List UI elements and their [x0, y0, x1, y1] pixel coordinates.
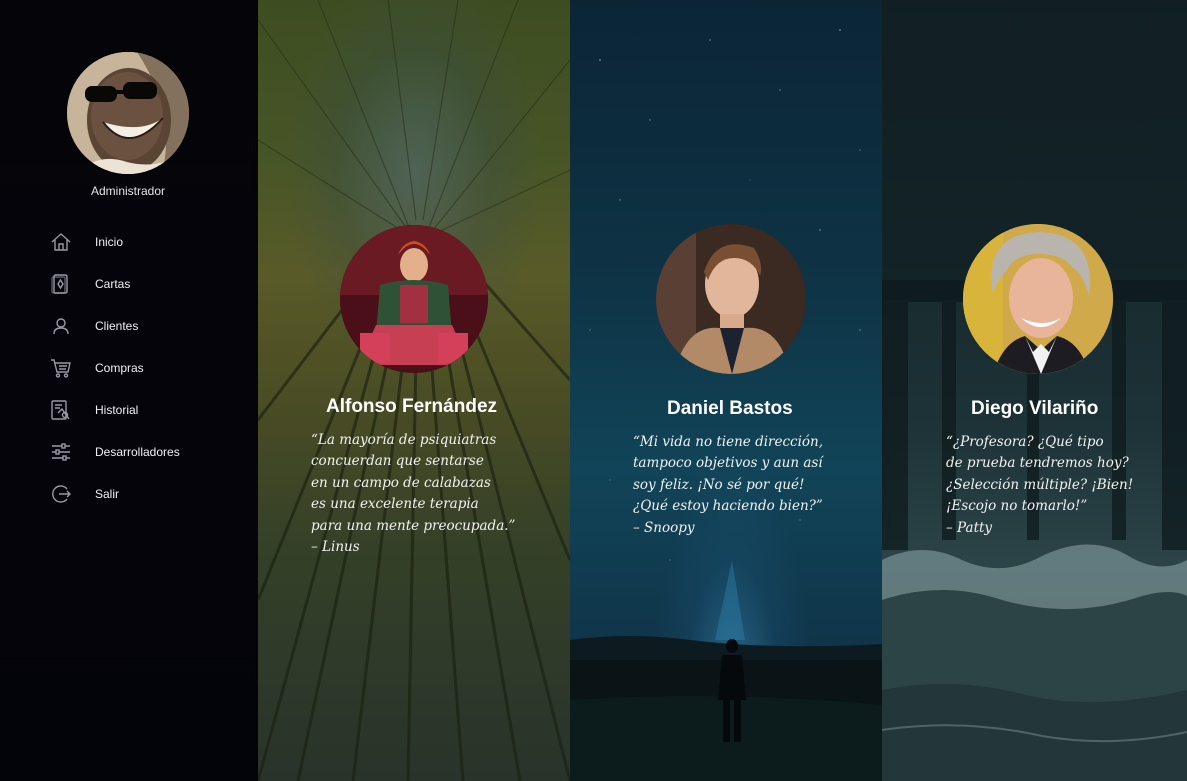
developer-card-daniel: Daniel Bastos “Mi vida no tiene direcció… — [570, 0, 882, 781]
user-icon — [50, 315, 72, 337]
quote-line: “Mi vida no tiene dirección, — [633, 434, 824, 450]
quote-author: – Snoopy — [633, 519, 695, 536]
portrait-alfonso[interactable] — [340, 225, 488, 373]
nav-item-inicio[interactable]: Inicio — [0, 228, 258, 270]
nav-item-cartas[interactable]: Cartas — [0, 270, 258, 312]
quote-line: de prueba tendremos hoy? — [946, 455, 1129, 472]
nav-label-clientes: Clientes — [95, 319, 139, 333]
nav-label-compras: Compras — [95, 361, 144, 375]
nav-item-salir[interactable]: Salir — [0, 480, 258, 522]
developer-name: Diego Vilariño — [971, 398, 1099, 419]
home-icon — [50, 231, 72, 253]
history-icon — [50, 399, 72, 421]
sidebar: Administrador Inicio Cartas Clientes Com… — [0, 0, 258, 781]
quote-line: ¿Qué estoy haciendo bien?” — [633, 498, 823, 515]
nav-label-inicio: Inicio — [95, 235, 124, 249]
portrait-diego[interactable] — [963, 224, 1113, 374]
quote-line: en un campo de calabazas — [311, 474, 491, 491]
cards-icon — [50, 273, 72, 295]
nav-label-historial: Historial — [95, 403, 139, 417]
quote-line: tampoco objetivos y aun así — [633, 455, 823, 472]
quote-line: ¿Selección múltiple? ¡Bien! — [946, 476, 1134, 493]
quote-line: “La mayoría de psiquiatras — [311, 432, 497, 448]
developer-card-diego: Diego Vilariño “¿Profesora? ¿Qué tipo de… — [882, 0, 1187, 781]
developer-quote: “La mayoría de psiquiatras concuerdan qu… — [311, 430, 515, 558]
main-nav: Inicio Cartas Clientes Compras Historial… — [0, 228, 258, 522]
quote-line: soy feliz. ¡No sé por qué! — [633, 476, 805, 493]
quote-line: es una excelente terapia — [311, 496, 479, 513]
admin-avatar[interactable] — [67, 52, 189, 174]
developer-name: Daniel Bastos — [667, 398, 793, 419]
quote-line: para una mente preocupada.” — [311, 517, 516, 534]
quote-line: concuerdan que sentarse — [311, 453, 484, 470]
cart-icon — [50, 357, 72, 379]
quote-line: “¿Profesora? ¿Qué tipo — [946, 434, 1104, 450]
nav-label-desarrolladores: Desarrolladores — [95, 445, 180, 459]
forest-background — [258, 0, 570, 781]
logout-icon — [50, 483, 72, 505]
portrait-daniel[interactable] — [656, 224, 806, 374]
night-sky-background — [570, 29, 882, 781]
developer-name: Alfonso Fernández — [326, 396, 498, 417]
nav-label-cartas: Cartas — [95, 277, 131, 291]
developer-quote: “Mi vida no tiene dirección, tampoco obj… — [633, 432, 823, 539]
sliders-icon — [50, 441, 72, 463]
nav-item-clientes[interactable]: Clientes — [0, 312, 258, 354]
quote-author: – Linus — [311, 539, 360, 556]
nav-item-desarrolladores[interactable]: Desarrolladores — [0, 438, 258, 480]
nav-label-salir: Salir — [95, 487, 120, 501]
developer-quote: “¿Profesora? ¿Qué tipo de prueba tendrem… — [946, 432, 1133, 539]
nav-item-compras[interactable]: Compras — [0, 354, 258, 396]
user-role-label: Administrador — [90, 184, 166, 198]
sea-pier-background — [882, 0, 1187, 781]
quote-author: – Patty — [946, 519, 993, 536]
nav-item-historial[interactable]: Historial — [0, 396, 258, 438]
quote-line: ¡Escojo no tomarlo!” — [946, 498, 1088, 515]
developer-card-alfonso: Alfonso Fernández “La mayoría de psiquia… — [258, 0, 570, 781]
